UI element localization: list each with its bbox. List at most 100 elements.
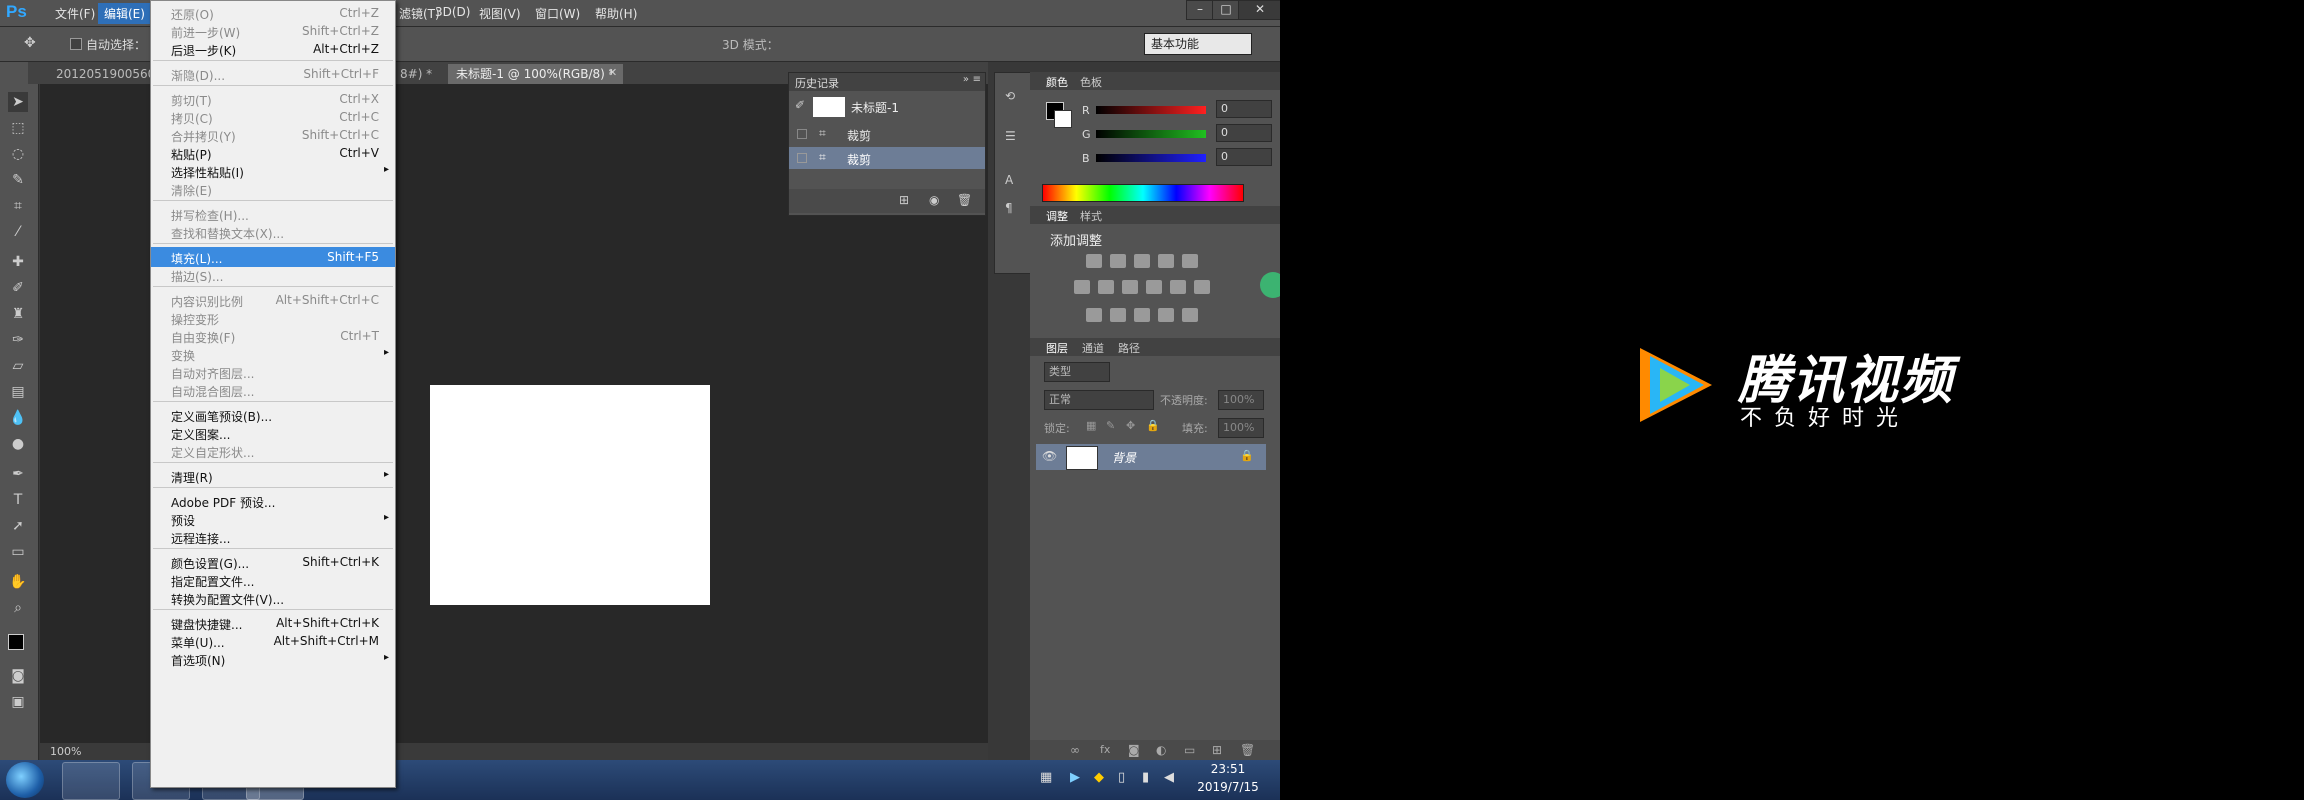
black-white-icon[interactable]	[1122, 280, 1138, 294]
history-row-selected[interactable]: ⌗ 裁剪	[789, 147, 985, 169]
color-spectrum[interactable]	[1042, 184, 1244, 202]
network-icon[interactable]: ▦	[1040, 770, 1052, 785]
layer-name[interactable]: 背景	[1112, 449, 1136, 466]
adjustment-layer-icon[interactable]: ◐	[1156, 743, 1166, 757]
dodge-tool-icon[interactable]: ●	[8, 434, 28, 454]
layer-style-icon[interactable]: fx	[1100, 743, 1110, 756]
tab-document-2[interactable]: 8#) *	[392, 64, 440, 84]
history-icon[interactable]: ⟲	[1005, 89, 1015, 103]
exposure-icon[interactable]	[1158, 254, 1174, 268]
vibrance-icon[interactable]	[1182, 254, 1198, 268]
battery-icon[interactable]: ▯	[1118, 770, 1125, 785]
close-button[interactable]: ✕	[1238, 0, 1280, 20]
move-tool-icon[interactable]: ➤	[8, 92, 28, 112]
tab-adjustments[interactable]: 调整	[1046, 208, 1068, 224]
file-explorer-icon[interactable]	[62, 762, 120, 800]
document-canvas[interactable]	[430, 385, 710, 605]
invert-icon[interactable]	[1086, 308, 1102, 322]
lock-paint-icon[interactable]: ✎	[1106, 419, 1115, 432]
layer-row-background[interactable]: 👁 背景 🔒	[1036, 444, 1266, 470]
history-state-checkbox[interactable]	[797, 153, 807, 163]
edit-menu-item[interactable]: Adobe PDF 预设...	[151, 491, 395, 511]
edit-menu-item[interactable]: 预设 ▸	[151, 509, 395, 529]
new-document-icon[interactable]: ⊞	[899, 193, 909, 207]
channel-b-slider[interactable]	[1096, 154, 1206, 162]
eyedropper-tool-icon[interactable]: ⁄	[8, 222, 28, 242]
tab-layers[interactable]: 图层	[1046, 340, 1068, 356]
new-group-icon[interactable]: ▭	[1184, 743, 1195, 757]
brush-tool-icon[interactable]: ✐	[8, 278, 28, 298]
menu-edit[interactable]: 编辑(E)	[98, 3, 151, 24]
channel-b-value[interactable]: 0	[1216, 148, 1272, 166]
healing-tool-icon[interactable]: ✚	[8, 252, 28, 272]
history-row[interactable]: ⌗ 裁剪	[789, 123, 985, 145]
channel-r-slider[interactable]	[1096, 106, 1206, 114]
quick-mask-icon[interactable]: ◙	[8, 666, 28, 686]
pen-tool-icon[interactable]: ✒	[8, 464, 28, 484]
background-color-swatch[interactable]	[1054, 110, 1072, 128]
tray-app-icon[interactable]: ▶	[1070, 770, 1080, 785]
eye-visibility-icon[interactable]: 👁	[1042, 449, 1057, 463]
tab-color[interactable]: 颜色	[1046, 74, 1068, 90]
menu-window[interactable]: 窗口(W)	[532, 5, 583, 22]
lock-position-icon[interactable]: ✥	[1126, 419, 1135, 432]
edit-menu-item[interactable]: 粘贴(P) Ctrl+V	[151, 143, 395, 163]
edit-menu-item[interactable]: 颜色设置(G)... Shift+Ctrl+K	[151, 552, 395, 572]
channel-mixer-icon[interactable]	[1170, 280, 1186, 294]
panel-collapse-icon[interactable]: »	[963, 74, 969, 85]
channel-g-slider[interactable]	[1096, 130, 1206, 138]
lock-pixels-icon[interactable]: ▦	[1086, 419, 1096, 432]
color-lookup-icon[interactable]	[1194, 280, 1210, 294]
edit-menu-item[interactable]: 指定配置文件...	[151, 570, 395, 590]
opacity-input[interactable]: 100%	[1218, 390, 1264, 410]
edit-menu-item[interactable]: 首选项(N) ▸	[151, 649, 395, 669]
blend-mode-select[interactable]: 正常	[1044, 390, 1154, 410]
menu-3d[interactable]: 3D(D)	[432, 5, 473, 19]
start-button[interactable]	[6, 762, 44, 798]
edit-menu-item[interactable]: 后退一步(K) Alt+Ctrl+Z	[151, 39, 395, 59]
trash-icon[interactable]: 🗑	[1240, 743, 1255, 757]
edit-menu-item[interactable]: 选择性粘贴(I) ▸	[151, 161, 395, 181]
clock[interactable]: 23:51 2019/7/15	[1188, 762, 1268, 798]
rectangle-tool-icon[interactable]: ▭	[8, 542, 28, 562]
edit-menu-item[interactable]: 键盘快捷键... Alt+Shift+Ctrl+K	[151, 613, 395, 633]
character-icon[interactable]: A	[1005, 173, 1013, 187]
zoom-level[interactable]: 100%	[50, 745, 81, 758]
edit-menu-item[interactable]: 转换为配置文件(V)...	[151, 588, 395, 608]
foreground-color-swatch[interactable]	[8, 634, 24, 650]
tab-document-active[interactable]: 未标题-1 @ 100%(RGB/8) *	[448, 64, 623, 84]
link-layers-icon[interactable]: ∞	[1070, 743, 1080, 757]
new-layer-icon[interactable]: ⊞	[1212, 743, 1222, 757]
add-mask-icon[interactable]: ◙	[1128, 743, 1140, 757]
panel-menu-icon[interactable]: ≡	[973, 74, 981, 85]
fill-input[interactable]: 100%	[1218, 418, 1264, 438]
history-brush-source-icon[interactable]: ✐	[795, 98, 805, 112]
trash-icon[interactable]: 🗑	[957, 193, 972, 207]
tab-channels[interactable]: 通道	[1082, 340, 1104, 356]
path-select-icon[interactable]: ➚	[8, 516, 28, 536]
channel-r-value[interactable]: 0	[1216, 100, 1272, 118]
gradient-map-icon[interactable]	[1182, 308, 1198, 322]
history-snapshot-row[interactable]: ✐ 未标题-1	[789, 95, 985, 117]
history-state-checkbox[interactable]	[797, 129, 807, 139]
layer-filter-select[interactable]: 类型	[1044, 362, 1110, 382]
color-balance-icon[interactable]	[1098, 280, 1114, 294]
tray-shield-icon[interactable]: ◆	[1094, 770, 1104, 785]
camera-icon[interactable]: ◉	[929, 193, 939, 207]
tab-styles[interactable]: 样式	[1080, 208, 1102, 224]
edit-menu-item[interactable]: 远程连接...	[151, 527, 395, 547]
menu-view[interactable]: 视图(V)	[476, 5, 524, 22]
lock-all-icon[interactable]: 🔒	[1146, 419, 1160, 432]
screen-mode-icon[interactable]: ▣	[8, 692, 28, 712]
volume-icon[interactable]: ◀	[1164, 770, 1174, 785]
history-panel-title[interactable]: 历史记录	[795, 75, 839, 91]
photo-filter-icon[interactable]	[1146, 280, 1162, 294]
quick-select-tool-icon[interactable]: ✎	[8, 170, 28, 190]
menu-help[interactable]: 帮助(H)	[592, 5, 640, 22]
zoom-tool-icon[interactable]: ⌕	[8, 598, 28, 618]
menu-file[interactable]: 文件(F)	[52, 5, 98, 22]
auto-select-checkbox[interactable]	[70, 38, 82, 50]
floating-badge[interactable]	[1260, 272, 1280, 298]
edit-menu-item[interactable]: 定义图案...	[151, 423, 395, 443]
edit-menu-item[interactable]: 清理(R) ▸	[151, 466, 395, 486]
